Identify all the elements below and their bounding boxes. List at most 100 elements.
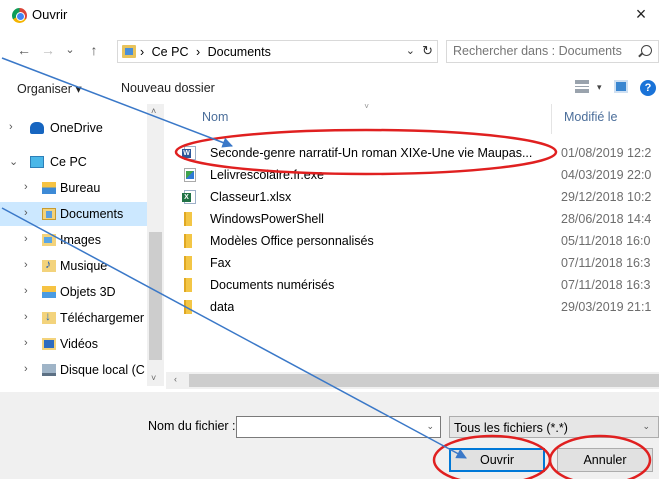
sidebar-item-label: Disque local (C	[60, 363, 145, 377]
expand-chevron-icon[interactable]: ›	[24, 337, 28, 349]
sort-indicator-icon: ˅	[364, 104, 370, 111]
file-modified-date: 07/11/2018 16:3	[561, 278, 651, 292]
sidebar-item-images[interactable]: › Images	[0, 228, 147, 252]
file-modified-date: 05/11/2018 16:0	[561, 234, 651, 248]
excel-file-icon	[182, 190, 196, 204]
onedrive-icon	[30, 122, 44, 134]
view-options-dropdown-icon[interactable]: ▾	[597, 82, 602, 93]
sidebar-item-disque-local[interactable]: › Disque local (C	[0, 358, 147, 382]
expand-chevron-icon[interactable]: ›	[24, 233, 28, 245]
sidebar-item-label: Objets 3D	[60, 285, 116, 299]
file-name: WindowsPowerShell	[210, 212, 324, 226]
refresh-icon[interactable]: ↻	[422, 43, 433, 59]
column-header-name[interactable]: Nom	[202, 110, 228, 124]
close-button[interactable]: ×	[631, 4, 651, 25]
column-header-modified[interactable]: Modifié le	[564, 110, 618, 124]
file-type-filter[interactable]: Tous les fichiers (*.*) ⌄	[449, 416, 659, 438]
open-button[interactable]: Ouvrir	[449, 448, 545, 472]
file-list-hscrollbar[interactable]: ‹	[166, 372, 659, 389]
filter-dropdown-icon[interactable]: ⌄	[642, 421, 650, 432]
documents-folder-icon	[42, 208, 56, 220]
file-list: ˅ Nom Modifié le Seconde-genre narratif-…	[166, 104, 659, 372]
folder-row[interactable]: WindowsPowerShell 28/06/2018 14:4	[166, 208, 659, 230]
documents-location-icon	[122, 45, 136, 58]
address-dropdown-icon[interactable]: ⌄	[406, 44, 415, 57]
change-view-icon[interactable]	[575, 80, 589, 93]
file-modified-date: 07/11/2018 16:3	[561, 256, 651, 270]
folder-row[interactable]: Modèles Office personnalisés 05/11/2018 …	[166, 230, 659, 252]
search-box[interactable]	[446, 40, 659, 63]
sidebar-scrollbar[interactable]: ˄ ˅	[147, 104, 164, 386]
sidebar-item-documents[interactable]: › Documents	[0, 202, 147, 226]
navigation-pane: › OneDrive ⌄ Ce PC › Bureau › Documents …	[0, 104, 164, 386]
filename-combobox[interactable]: ⌄	[236, 416, 441, 438]
scroll-left-icon[interactable]: ‹	[174, 374, 177, 384]
file-modified-date: 28/06/2018 14:4	[561, 212, 652, 226]
sidebar-item-onedrive[interactable]: › OneDrive	[0, 116, 147, 140]
file-name: Fax	[210, 256, 231, 270]
folder-row[interactable]: Documents numérisés 07/11/2018 16:3	[166, 274, 659, 296]
sidebar-item-label: Images	[60, 233, 101, 247]
breadcrumb-ce-pc[interactable]: Ce PC	[152, 45, 189, 59]
expand-chevron-icon[interactable]: ›	[24, 207, 28, 219]
word-document-icon	[182, 146, 196, 160]
cancel-button[interactable]: Annuler	[557, 448, 653, 472]
sidebar-item-label: Musique	[60, 259, 108, 273]
sidebar-item-ce-pc[interactable]: ⌄ Ce PC	[0, 150, 147, 174]
preview-pane-icon[interactable]	[614, 80, 628, 93]
new-folder-button[interactable]: Nouveau dossier	[121, 81, 215, 95]
sidebar-item-bureau[interactable]: › Bureau	[0, 176, 147, 200]
file-modified-date: 04/03/2019 22:0	[561, 168, 652, 182]
file-name: Documents numérisés	[210, 278, 335, 292]
sidebar-item-telechargements[interactable]: › Téléchargemer	[0, 306, 147, 330]
expand-chevron-icon[interactable]: ›	[24, 311, 28, 323]
file-name: Lelivrescolaire.fr.exe	[210, 168, 324, 182]
collapse-chevron-icon[interactable]: ⌄	[9, 155, 18, 168]
filename-input[interactable]	[241, 420, 421, 434]
folder-row[interactable]: data 29/03/2019 21:1	[166, 296, 659, 318]
sidebar-item-label: Bureau	[60, 181, 101, 195]
up-arrow-icon[interactable]: ↑	[86, 42, 102, 60]
address-bar[interactable]: › Ce PC › Documents ⌄ ↻	[117, 40, 438, 63]
forward-arrow-icon[interactable]: →	[40, 42, 56, 60]
file-row[interactable]: Classeur1.xlsx 29/12/2018 10:2	[166, 186, 659, 208]
back-arrow-icon[interactable]: ←	[16, 42, 32, 60]
help-icon[interactable]: ?	[640, 80, 656, 96]
folder-row[interactable]: Fax 07/11/2018 16:3	[166, 252, 659, 274]
scroll-up-icon[interactable]: ˄	[151, 106, 156, 116]
column-divider[interactable]	[551, 104, 552, 134]
sidebar-item-label: Vidéos	[60, 337, 98, 351]
file-row[interactable]: Lelivrescolaire.fr.exe 04/03/2019 22:0	[166, 164, 659, 186]
scroll-down-icon[interactable]: ˅	[151, 373, 156, 383]
chrome-icon	[12, 8, 27, 23]
search-input[interactable]	[453, 44, 633, 58]
folder-icon	[184, 278, 192, 292]
folder-icon	[184, 300, 192, 314]
sidebar-item-label: Documents	[60, 207, 124, 221]
breadcrumb: › Ce PC › Documents	[140, 45, 275, 59]
sidebar-item-objets-3d[interactable]: › Objets 3D	[0, 280, 147, 304]
recent-locations-chevron-icon[interactable]: ⌄	[62, 43, 78, 61]
expand-chevron-icon[interactable]: ›	[24, 363, 28, 375]
expand-chevron-icon[interactable]: ›	[24, 285, 28, 297]
breadcrumb-documents[interactable]: Documents	[208, 45, 271, 59]
expand-chevron-icon[interactable]: ›	[24, 259, 28, 271]
sidebar-item-videos[interactable]: › Vidéos	[0, 332, 147, 356]
breadcrumb-separator: ›	[140, 45, 145, 59]
scrollbar-thumb[interactable]	[189, 374, 659, 387]
search-icon[interactable]	[641, 45, 652, 56]
downloads-folder-icon	[42, 309, 56, 324]
pictures-folder-icon	[42, 234, 56, 246]
sidebar-item-musique[interactable]: › Musique	[0, 254, 147, 278]
file-row[interactable]: Seconde-genre narratif-Un roman XIXe-Une…	[166, 142, 659, 164]
organize-button[interactable]: Organiser ▾	[17, 81, 82, 96]
sidebar-item-label: OneDrive	[50, 121, 103, 135]
filename-dropdown-icon[interactable]: ⌄	[426, 421, 434, 432]
expand-chevron-icon[interactable]: ›	[24, 181, 28, 193]
sidebar-item-label: Ce PC	[50, 155, 87, 169]
folder-icon	[184, 212, 192, 226]
expand-chevron-icon[interactable]: ›	[9, 121, 13, 133]
command-toolbar: Organiser ▾ Nouveau dossier ▾ ?	[0, 76, 659, 102]
scrollbar-thumb[interactable]	[149, 232, 162, 360]
local-disk-icon	[42, 364, 56, 376]
